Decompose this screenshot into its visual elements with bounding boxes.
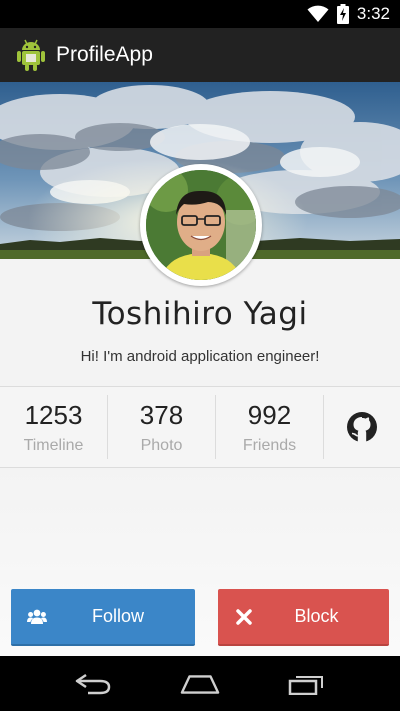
back-icon <box>76 673 111 694</box>
stat-value: 992 <box>247 399 292 430</box>
recent-apps-icon <box>288 675 323 695</box>
avatar[interactable] <box>140 164 262 286</box>
battery-charging-icon <box>336 4 349 24</box>
stat-value: 378 <box>139 399 184 430</box>
profile-name: Toshihiro Yagi <box>92 296 308 332</box>
close-icon <box>236 609 252 625</box>
app-title: ProfileApp <box>56 43 153 66</box>
back-button[interactable] <box>73 671 113 697</box>
github-button[interactable] <box>324 387 400 467</box>
stat-value: 1253 <box>24 399 83 430</box>
status-bar: 3:32 <box>0 0 400 28</box>
avatar-photo <box>146 170 256 280</box>
follow-button[interactable]: Follow <box>11 589 195 646</box>
users-icon <box>27 609 47 624</box>
stats-bar: 1253 Timeline 378 Photo 992 Friends <box>0 386 400 468</box>
home-button[interactable] <box>180 671 220 697</box>
stat-photo[interactable]: 378 Photo <box>108 395 216 459</box>
action-bar: ProfileApp <box>0 28 400 82</box>
stat-label: Friends <box>242 436 297 454</box>
profile-bio: Hi! I'm android application engineer! <box>80 348 320 365</box>
navigation-bar <box>0 656 400 711</box>
android-icon[interactable] <box>16 38 46 72</box>
block-button[interactable]: Block <box>218 589 389 646</box>
stat-timeline[interactable]: 1253 Timeline <box>0 395 108 459</box>
home-icon <box>180 674 220 694</box>
stat-label: Photo <box>140 436 183 454</box>
wifi-icon <box>307 5 329 22</box>
recent-apps-button[interactable] <box>287 671 327 697</box>
stat-friends[interactable]: 992 Friends <box>216 395 324 459</box>
stat-label: Timeline <box>23 436 84 454</box>
profile-content: Toshihiro Yagi Hi! I'm android applicati… <box>0 82 400 656</box>
status-time: 3:32 <box>356 4 390 23</box>
github-icon <box>347 412 377 442</box>
